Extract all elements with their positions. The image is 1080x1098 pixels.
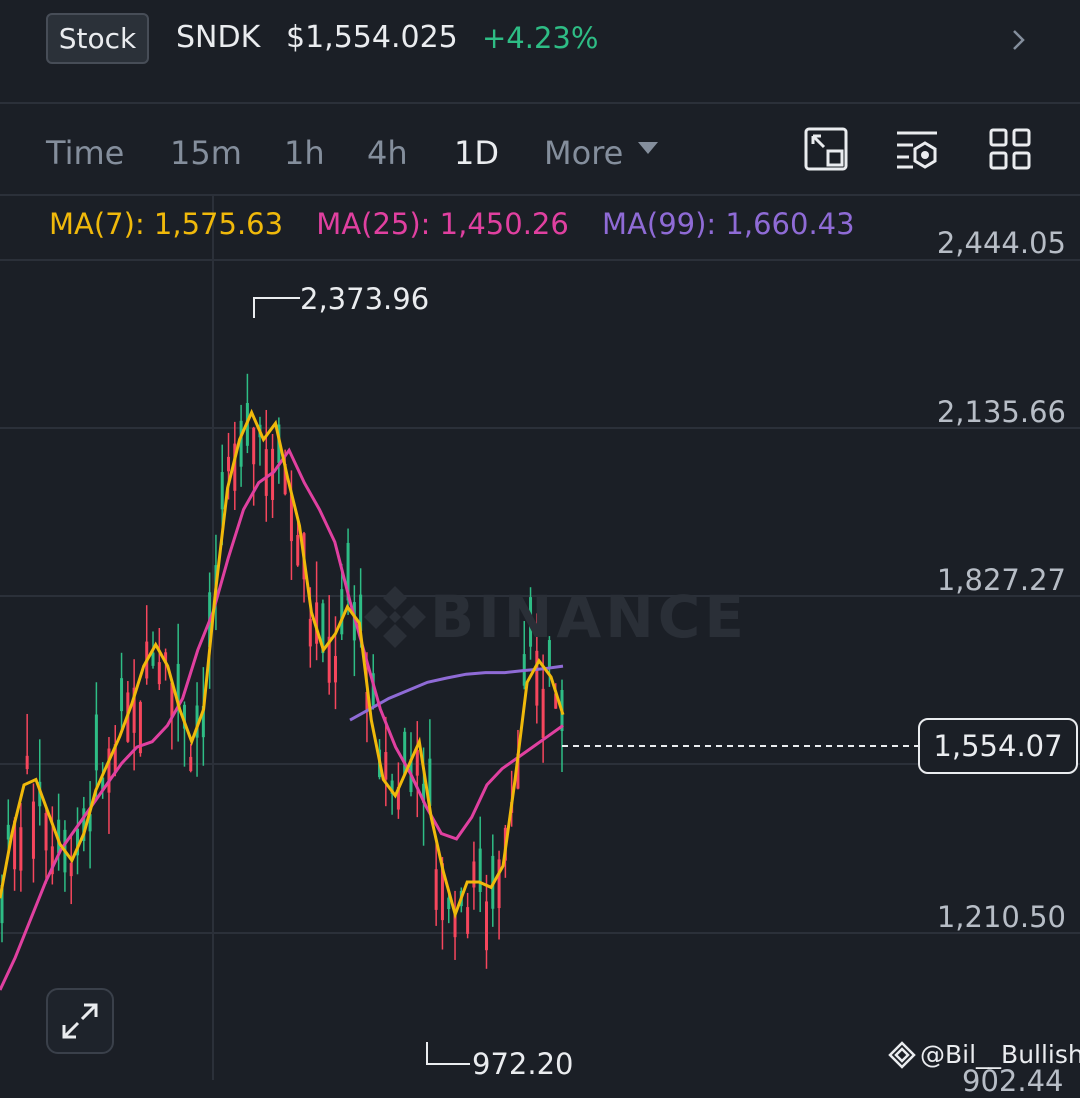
candle-body [434,869,438,910]
candle-body [384,752,388,780]
candle-body [535,650,539,706]
ma7-value: MA(7): 1,575.63 [49,207,284,241]
candle-body [308,618,312,647]
binance-watermark: BINANCE [360,582,748,652]
candle-body [333,656,337,683]
candle-body [252,427,256,465]
candlestick-chart[interactable]: BINANCE [0,196,1080,1080]
ma25-value: MA(25): 1,450.26 [316,207,569,241]
chevron-right-icon[interactable] [1006,28,1030,52]
candle-body [227,456,231,472]
header-bar: Stock SNDK $1,554.025 +4.23% [0,0,1080,104]
candle-body [478,848,482,892]
candle-body [19,827,23,871]
candle-body [44,813,48,851]
ma99-value: MA(99): 1,660.43 [602,207,855,241]
candle-body [466,907,470,934]
candle-body [69,863,73,877]
author-credit: @Bil__Bullish [888,1040,1080,1069]
tab-15m[interactable]: 15m [170,134,242,172]
ma25-line [0,447,564,991]
candle-body [31,801,35,859]
candle-body [340,589,344,635]
low-marker-line [426,1042,470,1065]
high-marker-line [253,297,300,318]
candle-body [484,901,488,951]
candle-body [264,449,268,496]
binance-logo-icon [364,586,426,648]
tab-1h[interactable]: 1h [284,134,325,172]
tab-1d[interactable]: 1D [454,134,499,172]
caret-down-icon[interactable] [638,142,658,154]
low-price-label: 972.20 [472,1047,574,1081]
high-price-label: 2,373.96 [300,282,430,316]
candle-body [151,652,155,666]
picture-in-picture-icon[interactable] [804,127,848,171]
stock-badge[interactable]: Stock [46,13,149,64]
candle-body [472,861,476,888]
current-price-tag: 1,554.07 [918,718,1078,774]
watermark-text: BINANCE [430,583,748,651]
y-axis-label: 2,444.05 [936,226,1066,260]
candle-body [94,714,98,771]
candles-group [0,373,564,969]
candle-body [189,756,193,772]
candle-body [497,859,501,909]
tab-more[interactable]: More [544,134,623,172]
tab-time[interactable]: Time [46,134,124,172]
y-axis-label: 1,827.27 [936,563,1066,597]
binance-square-icon [888,1040,916,1069]
candle-body [157,662,161,685]
candle-body [25,755,29,770]
candle-body [296,535,300,566]
indicator-settings-icon[interactable] [895,127,939,171]
candle-body [541,688,545,739]
candle-body [220,472,224,510]
ticker-symbol: SNDK [176,20,261,55]
candle-body [120,678,124,712]
y-axis-label: 1,210.50 [936,900,1066,934]
ma-legend: MA(7): 1,575.63 MA(25): 1,450.26 MA(99):… [49,207,879,241]
y-axis-label-partial: 902.44 [962,1064,1064,1098]
candle-body [403,731,407,775]
tab-4h[interactable]: 4h [367,134,408,172]
expand-arrows-icon [62,1003,98,1039]
last-price: $1,554.025 [286,20,458,55]
candle-body [415,750,419,776]
author-handle: @Bil__Bullish [920,1040,1080,1069]
price-change: +4.23% [482,21,599,55]
y-axis-label: 2,135.66 [936,395,1066,429]
grid-layout-icon[interactable] [988,127,1032,171]
candle-body [6,824,10,840]
fullscreen-button[interactable] [46,988,114,1054]
